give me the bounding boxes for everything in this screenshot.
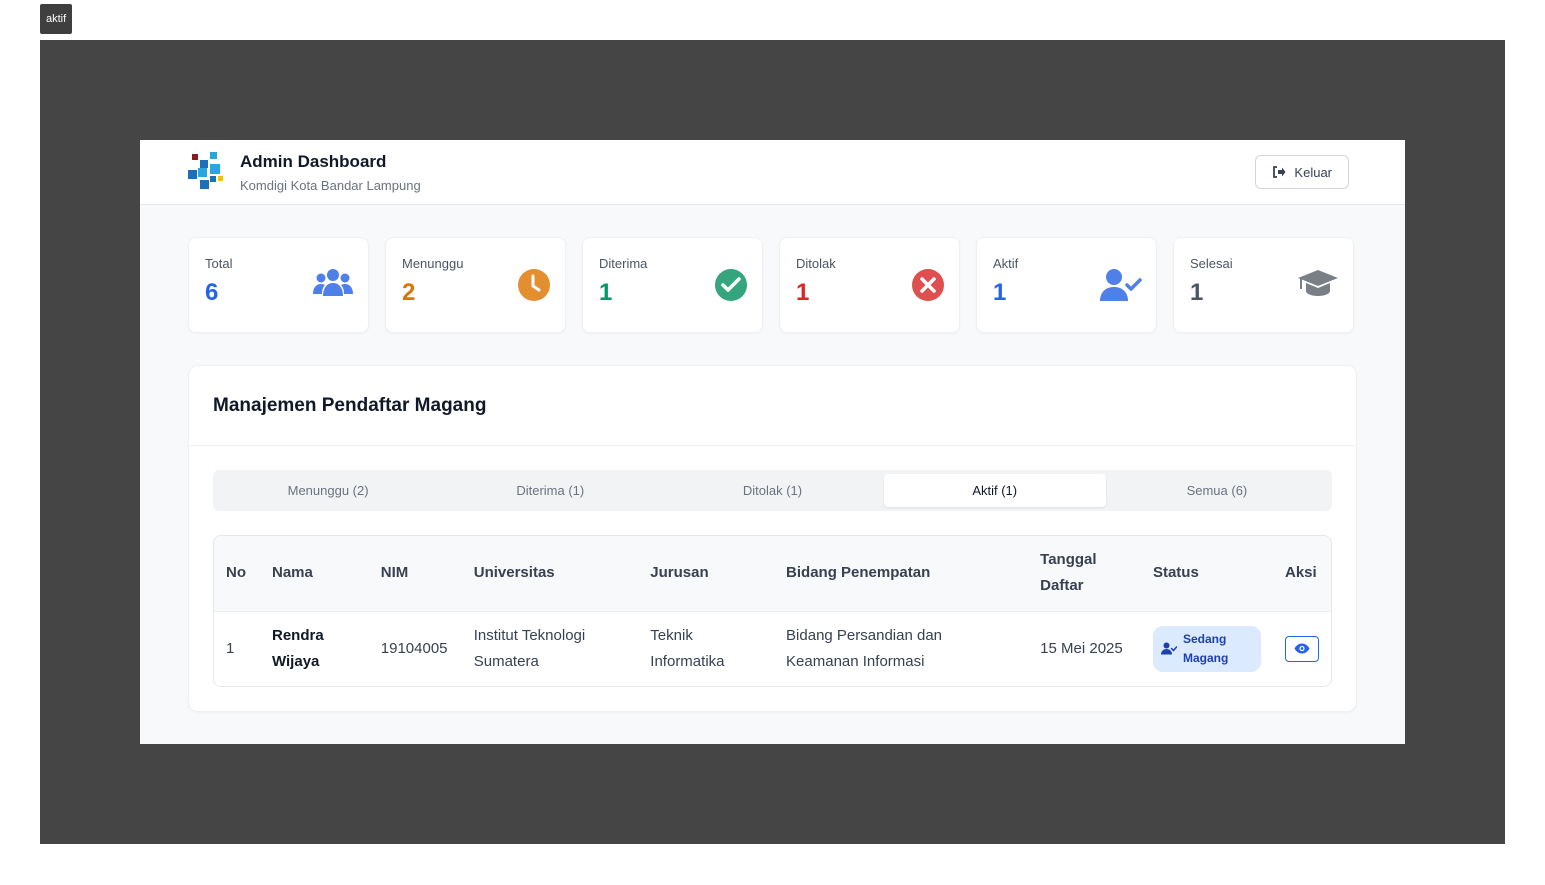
stat-card-total: Total 6 bbox=[188, 237, 369, 333]
header-jurusan: Jurusan bbox=[638, 536, 775, 612]
graduation-cap-icon bbox=[1298, 270, 1338, 296]
stat-card-diterima: Diterima 1 bbox=[582, 237, 763, 333]
status-line1: Sedang bbox=[1182, 631, 1227, 646]
cell-bidang: Bidang Persandian dan Keamanan Informasi bbox=[786, 626, 943, 670]
top-header: Admin Dashboard Komdigi Kota Bandar Lamp… bbox=[140, 140, 1405, 205]
tab-menunggu[interactable]: Menunggu (2) bbox=[217, 474, 439, 507]
check-circle-icon bbox=[715, 269, 747, 301]
app-subtitle: Komdigi Kota Bandar Lampung bbox=[240, 177, 421, 193]
cell-no: 1 bbox=[226, 639, 235, 657]
tab-semua[interactable]: Semua (6) bbox=[1106, 474, 1328, 507]
users-icon bbox=[313, 269, 353, 296]
cell-nama: Rendra Wijaya bbox=[271, 626, 324, 670]
x-circle-icon bbox=[912, 269, 944, 301]
brand: Admin Dashboard Komdigi Kota Bandar Lamp… bbox=[188, 152, 421, 193]
cell-status: Sedang Magang bbox=[1141, 611, 1273, 686]
eye-icon bbox=[1294, 643, 1310, 654]
stat-card-selesai: Selesai 1 bbox=[1173, 237, 1354, 333]
table-row: 1 Rendra Wijaya 19104005 Institut Teknol… bbox=[214, 611, 1331, 686]
header-nim: NIM bbox=[368, 536, 462, 612]
header-universitas: Universitas bbox=[461, 536, 639, 612]
section-title: Manajemen Pendaftar Magang bbox=[189, 366, 1356, 446]
stat-card-menunggu: Menunggu 2 bbox=[385, 237, 566, 333]
header-no: No bbox=[214, 536, 260, 612]
logout-button[interactable]: Keluar bbox=[1255, 155, 1349, 189]
clock-icon bbox=[518, 269, 550, 301]
komdigi-logo-icon bbox=[188, 152, 228, 192]
applicant-table: No Nama NIM Universitas Jurusan Bidang P… bbox=[213, 535, 1332, 687]
header-tanggal-line1: Tanggal bbox=[1040, 551, 1097, 569]
cell-universitas: Institut Teknologi Sumatera bbox=[473, 626, 586, 670]
cell-tanggal: 15 Mei 2025 bbox=[1040, 639, 1123, 657]
header-status: Status bbox=[1140, 536, 1273, 612]
tab-diterima[interactable]: Diterima (1) bbox=[439, 474, 661, 507]
user-check-icon bbox=[1100, 269, 1142, 301]
header-bidang: Bidang Penempatan bbox=[774, 536, 1029, 612]
cell-aksi bbox=[1273, 611, 1331, 686]
sign-out-icon bbox=[1273, 166, 1286, 178]
header-aksi: Aksi bbox=[1273, 536, 1331, 612]
app-title: Admin Dashboard bbox=[240, 151, 387, 171]
user-check-icon bbox=[1160, 642, 1177, 655]
status-tabs: Menunggu (2) Diterima (1) Ditolak (1) Ak… bbox=[213, 470, 1332, 511]
cell-nim: 19104005 bbox=[380, 639, 448, 657]
header-tanggal-line2: Daftar bbox=[1040, 577, 1084, 595]
applicant-management-card: Manajemen Pendaftar Magang Menunggu (2) … bbox=[188, 365, 1357, 712]
preview-frame: Admin Dashboard Komdigi Kota Bandar Lamp… bbox=[40, 40, 1505, 844]
app-window: Admin Dashboard Komdigi Kota Bandar Lamp… bbox=[140, 140, 1405, 744]
stats-row: Total 6 Menunggu 2 Diterima 1 Ditolak 1 … bbox=[140, 205, 1405, 333]
status-badge: Sedang Magang bbox=[1152, 625, 1261, 672]
stat-card-ditolak: Ditolak 1 bbox=[779, 237, 960, 333]
table-header-row: No Nama NIM Universitas Jurusan Bidang P… bbox=[214, 536, 1331, 612]
cell-jurusan: Teknik Informatika bbox=[650, 626, 725, 670]
logout-label: Keluar bbox=[1294, 164, 1332, 180]
header-nama: Nama bbox=[259, 536, 369, 612]
view-detail-button[interactable] bbox=[1285, 635, 1319, 662]
corner-label: aktif bbox=[40, 4, 73, 34]
header-tanggal: Tanggal Daftar bbox=[1028, 536, 1141, 612]
status-line2: Magang bbox=[1182, 650, 1229, 665]
tab-ditolak[interactable]: Ditolak (1) bbox=[661, 474, 883, 507]
stat-card-aktif: Aktif 1 bbox=[976, 237, 1157, 333]
tab-aktif[interactable]: Aktif (1) bbox=[883, 474, 1106, 507]
